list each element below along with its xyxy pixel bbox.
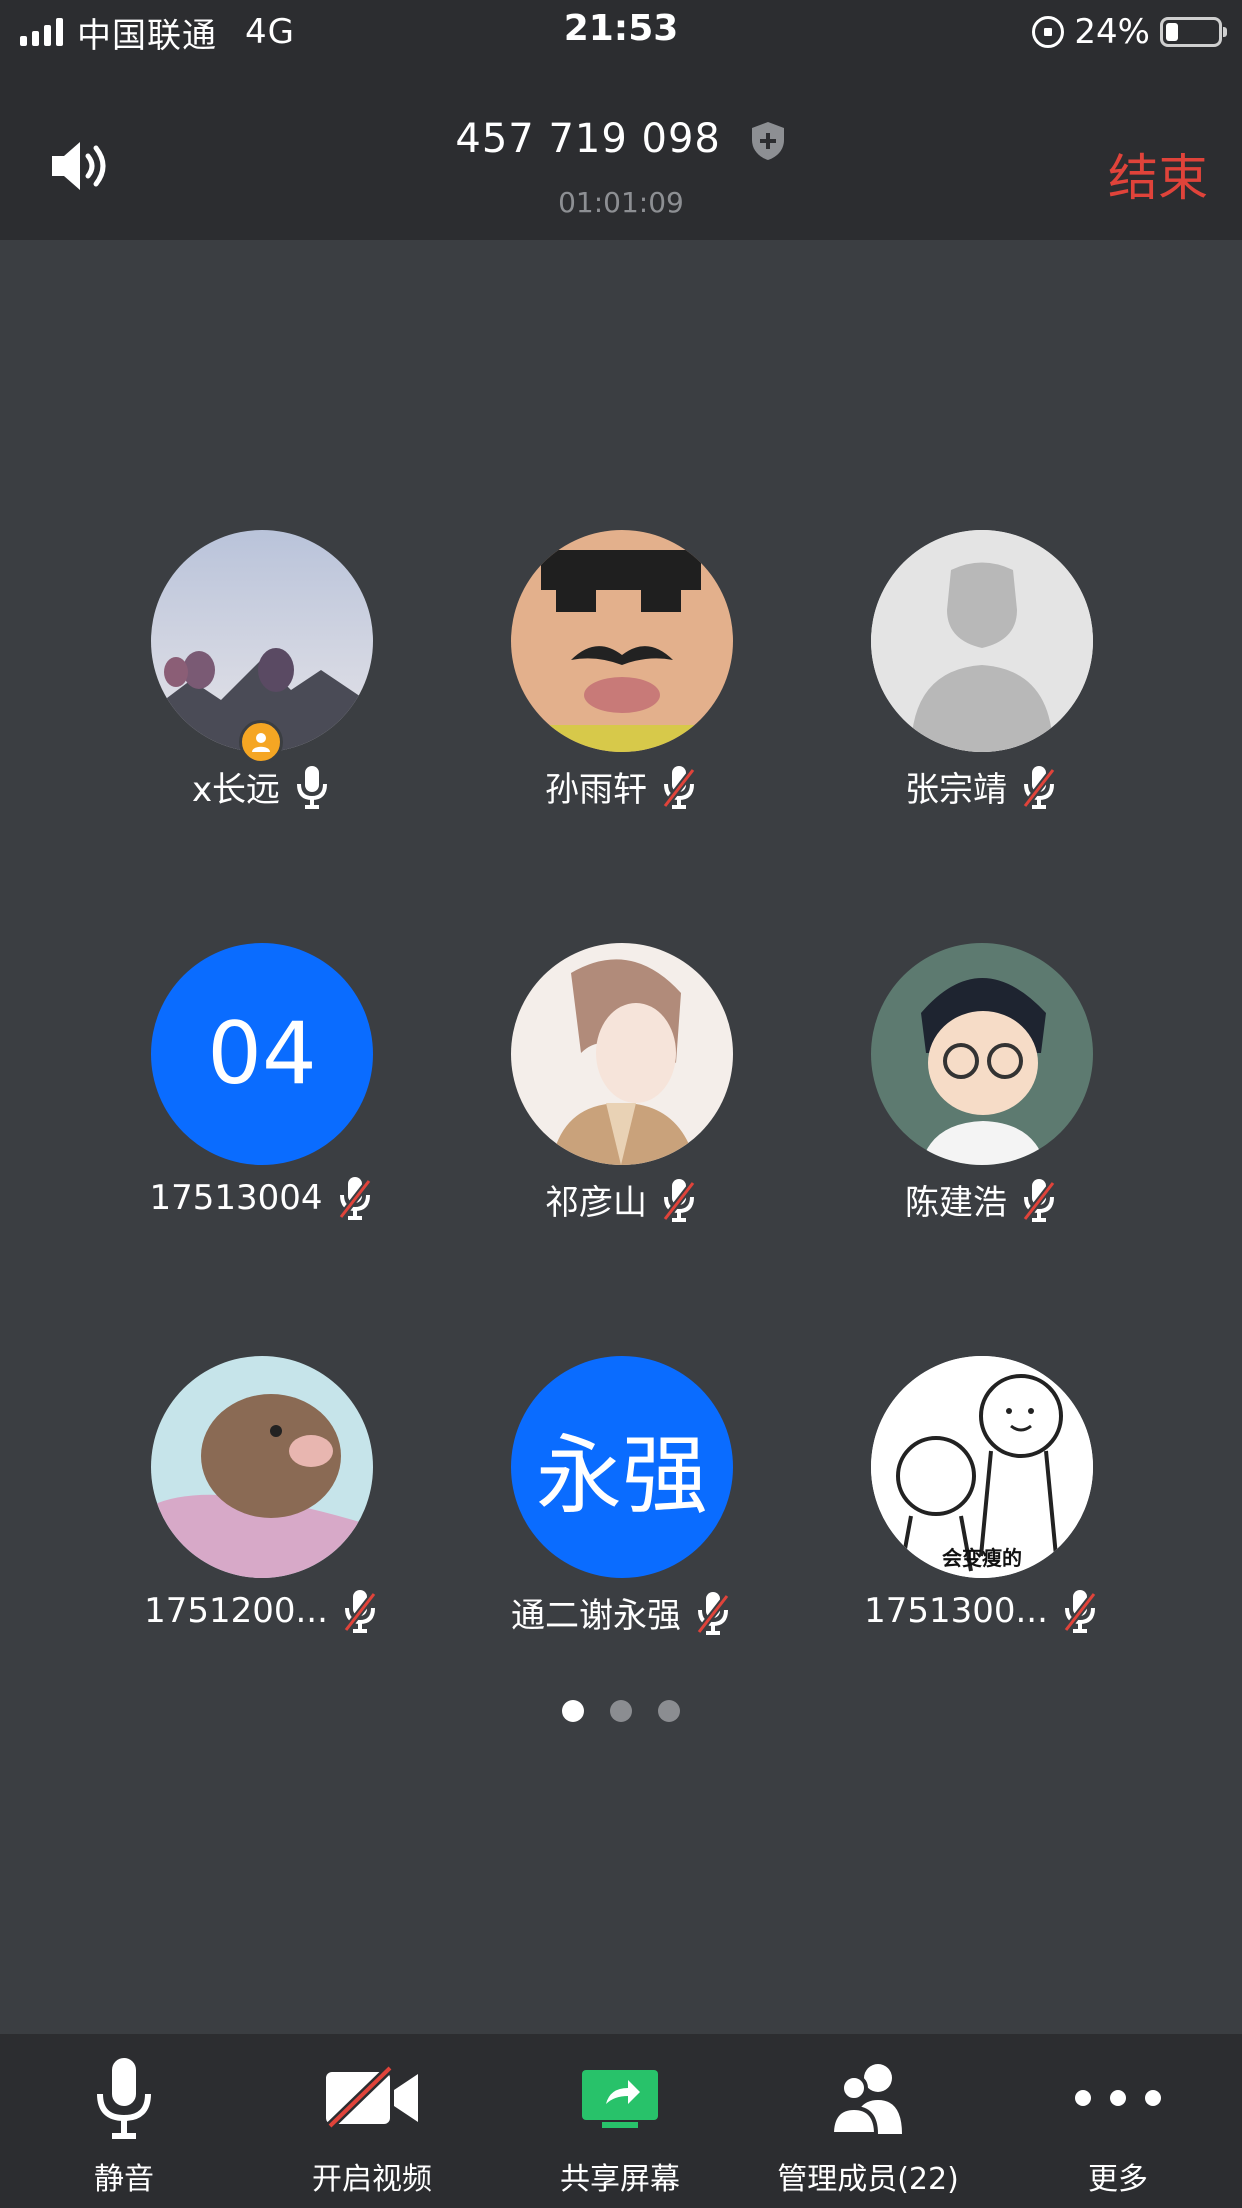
participant-label: 陈建浩 [791,1175,1171,1224]
avatar [151,1356,373,1578]
start-video-button[interactable]: 开启视频 [248,2048,496,2198]
page-dot-1[interactable] [562,1700,584,1722]
manage-members-label: 管理成员(22) [777,2162,959,2197]
battery-icon [1160,17,1227,47]
participant-name: 陈建浩 [905,1183,1007,1223]
microphone-icon [97,2058,151,2139]
share-screen-icon [582,2070,658,2128]
participant-tile[interactable]: x长远 [71,530,451,850]
participant-tile[interactable]: 陈建浩 [791,943,1171,1263]
mic-muted-icon [662,765,696,809]
share-screen-label: 共享屏幕 [560,2162,680,2197]
participant-name: 通二谢永强 [511,1596,681,1636]
participant-label: 通二谢永强 [431,1588,811,1637]
page-dot-3[interactable] [658,1700,680,1722]
more-button[interactable]: 更多 [994,2048,1242,2198]
participant-name: 祁彦山 [545,1183,647,1223]
participant-tile[interactable]: 会变瘦的 1751300... [791,1356,1171,1676]
avatar [511,943,733,1165]
share-screen-button[interactable]: 共享屏幕 [496,2048,744,2198]
avatar-initials: 04 [207,1004,317,1104]
avatar [511,530,733,752]
mute-label: 静音 [94,2162,154,2197]
end-meeting-button[interactable]: 结束 [1108,138,1208,210]
avatar [871,530,1093,752]
page-dot-2[interactable] [610,1700,632,1722]
mic-muted-icon [662,1178,696,1222]
participant-name: 孙雨轩 [545,770,647,810]
participant-label: 1751200... [71,1588,451,1634]
participant-tile[interactable]: 1751200... [71,1356,451,1676]
avatar: 04 [151,943,373,1165]
avatar: 会变瘦的 [871,1356,1093,1578]
participant-label: 孙雨轩 [431,762,811,811]
video-off-icon [326,2066,418,2130]
participant-name: x长远 [191,770,281,810]
manage-members-button[interactable]: 管理成员(22) [744,2048,992,2198]
start-video-label: 开启视频 [312,2162,432,2197]
more-label: 更多 [1088,2162,1148,2197]
participant-label: 张宗靖 [791,762,1171,811]
participant-name: 1751300... [864,1591,1048,1631]
participant-name: 17513004 [149,1178,323,1218]
meeting-id[interactable]: 457 719 098 [0,116,1242,162]
participant-name: 1751200... [144,1591,328,1631]
participant-label: 1751300... [791,1588,1171,1634]
mic-on-icon [297,765,328,809]
page-indicator[interactable] [0,1700,1242,1722]
rotation-lock-icon [1032,16,1065,48]
mic-muted-icon [696,1591,730,1635]
mic-muted-icon [337,1177,372,1220]
bottom-toolbar: 静音 开启视频 共享屏幕 管理成员(22) 更多 [0,2034,1242,2208]
participant-tile[interactable]: 04 17513004 [71,943,451,1263]
participant-tile[interactable]: 孙雨轩 [431,530,811,850]
participant-tile[interactable]: 祁彦山 [431,943,811,1263]
participant-tile[interactable]: 永强 通二谢永强 [431,1356,811,1676]
participant-tile[interactable]: 张宗靖 [791,530,1171,850]
avatar-initials: 永强 [536,1425,708,1526]
meeting-duration: 01:01:09 [558,186,684,219]
members-icon [829,2064,902,2136]
avatar [151,530,373,752]
battery-percent: 24% [1074,12,1150,52]
meeting-id-text: 457 719 098 [455,116,721,162]
status-right: 24% [1032,10,1227,54]
mute-button[interactable]: 静音 [0,2048,248,2198]
status-bar: 中国联通 4G 21:53 24% [0,0,1242,66]
participant-label: x长远 [71,762,451,811]
host-badge-icon [239,720,283,764]
participant-name: 张宗靖 [905,770,1007,810]
shield-icon [751,122,784,160]
participant-label: 祁彦山 [431,1175,811,1224]
more-icon [1075,2090,1161,2106]
avatar [871,943,1093,1165]
mic-muted-icon [343,1590,377,1633]
participant-label: 17513004 [71,1175,451,1221]
mic-muted-icon [1022,1178,1056,1222]
mic-muted-icon [1022,765,1056,809]
mic-muted-icon [1063,1590,1097,1633]
meeting-header: 457 719 098 01:01:09 结束 [0,66,1242,240]
avatar: 永强 [511,1356,733,1578]
avatar-caption: 会变瘦的 [942,1546,1022,1570]
